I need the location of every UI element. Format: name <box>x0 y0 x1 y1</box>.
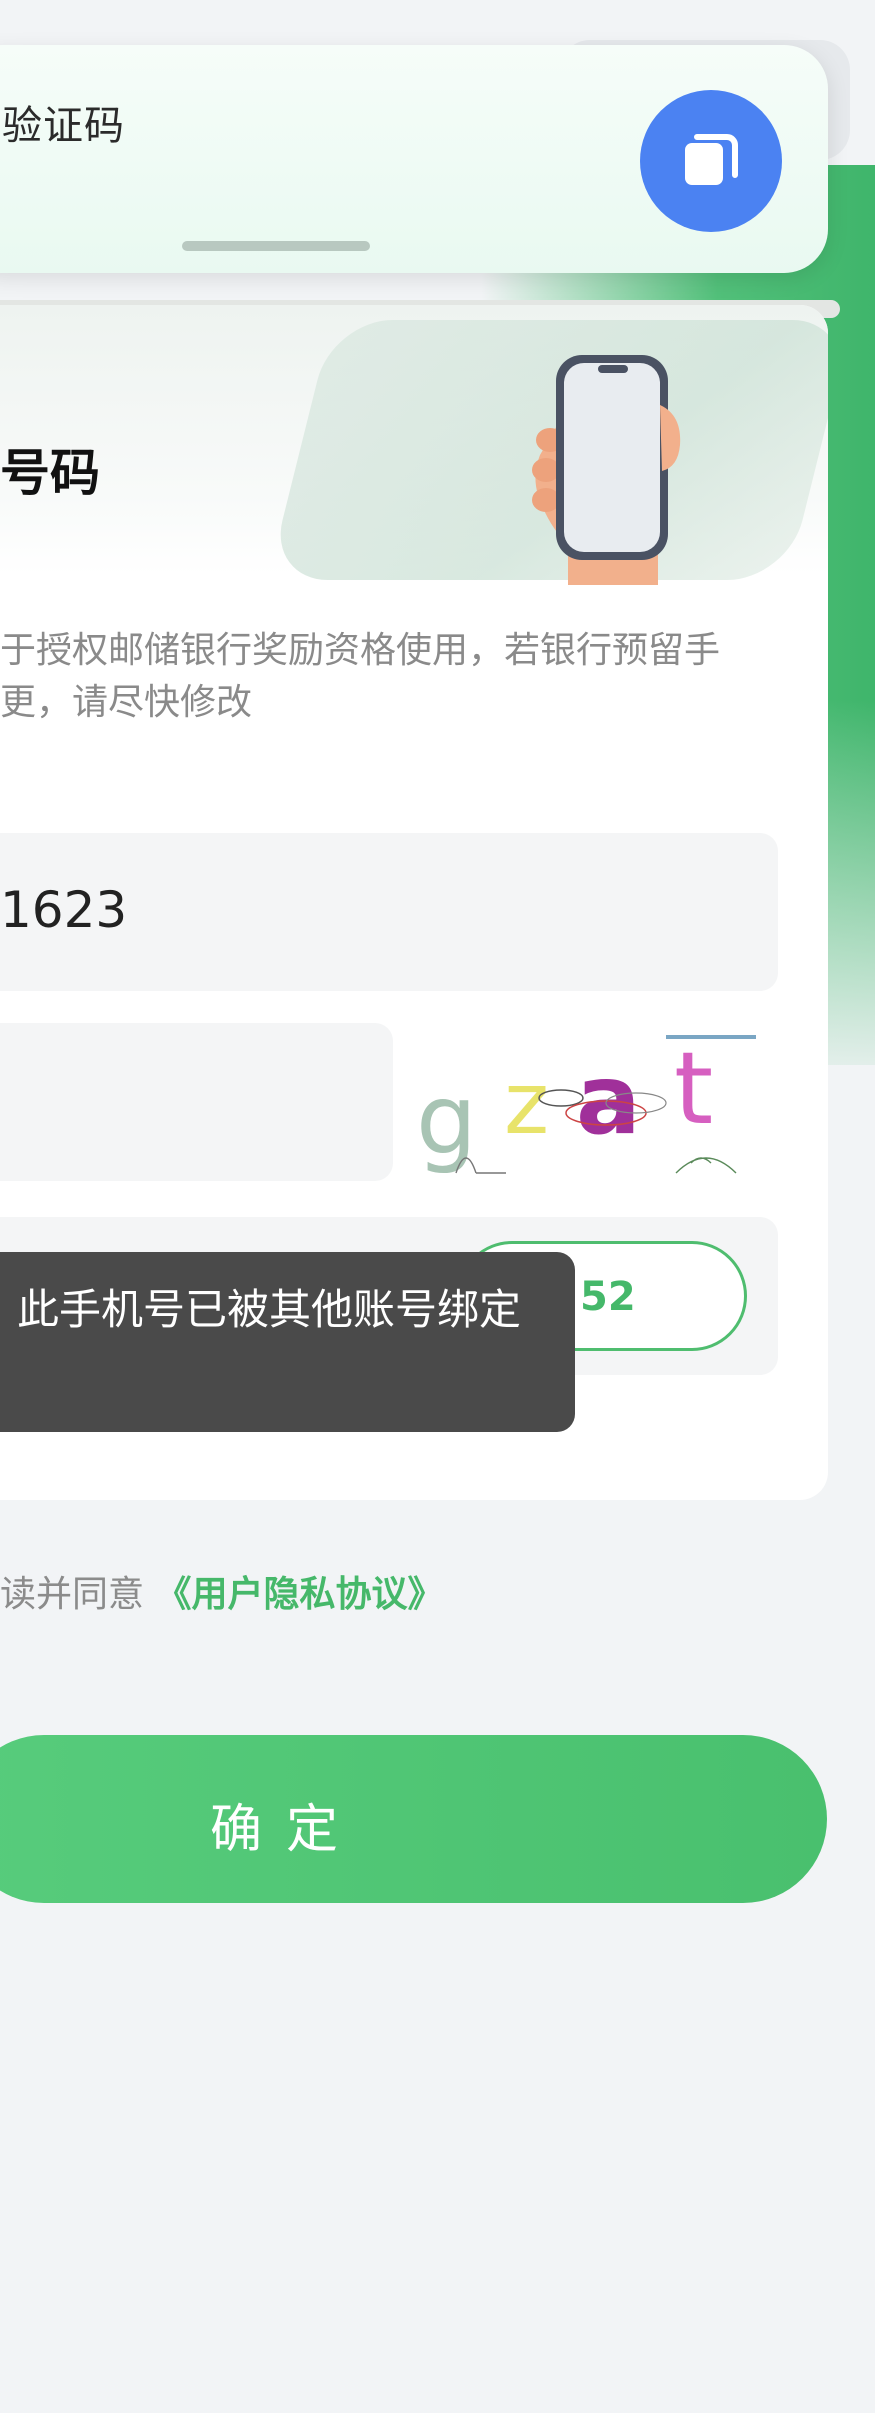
banner-handle[interactable] <box>182 241 370 251</box>
toast-message: 此手机号已被其他账号绑定 <box>0 1252 575 1432</box>
hero-area <box>0 305 828 585</box>
phone-value: 1623 <box>0 881 128 939</box>
phone-illustration <box>532 355 681 585</box>
notification-title: 验证码 <box>2 103 125 149</box>
captcha-char-z: z <box>504 1054 549 1154</box>
privacy-policy-link[interactable]: 《用户隐私协议》 <box>155 1574 443 1615</box>
agreement-prefix: 读并同意 <box>0 1574 145 1615</box>
phone-input[interactable]: 1623 <box>0 833 778 991</box>
confirm-button-label: 确定 <box>210 1800 363 1860</box>
confirm-button[interactable]: 确定 <box>0 1735 827 1903</box>
card-description: 于授权邮储银行奖励资格使用，若银行预留手更，请尽快修改 <box>0 630 721 723</box>
agreement-row: 读并同意 《用户隐私协议》 <box>0 1565 443 1617</box>
notification-banner[interactable]: 验证码 <box>0 45 828 273</box>
captcha-input[interactable] <box>0 1023 393 1181</box>
toast-text: 此手机号已被其他账号绑定 <box>17 1285 522 1334</box>
captcha-image[interactable]: g z a t <box>416 1023 766 1183</box>
copy-icon[interactable] <box>640 90 782 232</box>
captcha-char-a: a <box>576 1044 641 1156</box>
captcha-char-t: t <box>674 1030 713 1147</box>
card-title: 号码 <box>0 444 100 502</box>
sms-button-label: 52 <box>580 1274 636 1320</box>
